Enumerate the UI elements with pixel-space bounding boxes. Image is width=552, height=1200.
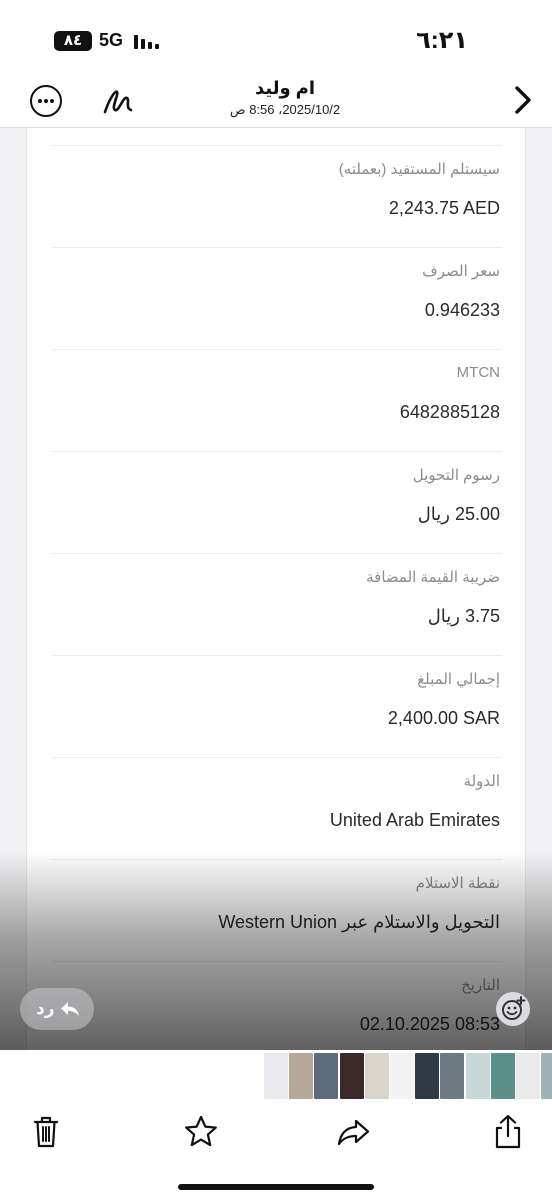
media-thumbnail[interactable] — [440, 1053, 465, 1099]
conversation-header: ام وليد 2025/10/2، 8:56 ص — [0, 72, 552, 128]
media-thumbnail-strip[interactable] — [0, 1050, 552, 1104]
media-thumbnail[interactable] — [465, 1053, 490, 1099]
detail-label: إجمالي المبلغ — [417, 671, 500, 688]
reply-button[interactable]: رد — [20, 988, 94, 1030]
detail-label: التاريخ — [461, 977, 500, 994]
media-thumbnail[interactable] — [264, 1053, 288, 1099]
reply-arrow-icon — [61, 1002, 79, 1016]
detail-value: التحويل والاستلام عبر Western Union — [218, 912, 500, 932]
contact-name: ام وليد — [254, 78, 316, 98]
forward-icon[interactable] — [334, 1112, 374, 1152]
message-date: 2025/10/2، 8:56 ص — [229, 102, 341, 117]
detail-label: سيستلم المستفيد (بعملته) — [338, 161, 500, 178]
markup-pen-icon[interactable] — [101, 84, 137, 118]
media-thumbnail[interactable] — [364, 1053, 389, 1099]
add-reaction-icon[interactable] — [496, 992, 530, 1026]
detail-label: الدولة — [463, 773, 500, 790]
bottom-toolbar — [0, 1104, 552, 1200]
detail-label: نقطة الاستلام — [415, 875, 500, 892]
detail-label: رسوم التحويل — [412, 467, 500, 484]
detail-row-exchange-rate: سعر الصرف 0.946233 — [52, 248, 502, 350]
detail-row-transfer-fee: رسوم التحويل 25.00 ريال — [52, 452, 502, 554]
home-indicator — [178, 1184, 374, 1190]
more-dots-icon[interactable] — [30, 85, 62, 117]
media-thumbnail[interactable] — [490, 1053, 515, 1099]
detail-row-mtcn: MTCN 6482885128 — [52, 350, 502, 452]
detail-value: United Arab Emirates — [329, 810, 500, 830]
media-thumbnail[interactable] — [339, 1053, 364, 1099]
detail-label: MTCN — [456, 364, 500, 381]
detail-value: 2,400.00 SAR — [387, 708, 500, 728]
detail-value: 0.946233 — [424, 300, 500, 320]
trash-icon[interactable] — [26, 1112, 66, 1152]
detail-value: 2,243.75 AED — [388, 198, 500, 218]
detail-row-pickup-point: نقطة الاستلام التحويل والاستلام عبر West… — [52, 860, 502, 962]
media-thumbnail[interactable] — [289, 1053, 314, 1099]
battery-indicator: ٨٤ — [54, 31, 92, 51]
detail-value: 6482885128 — [399, 402, 500, 422]
status-bar: ٨٤ 5G ٦:٢١ — [0, 0, 552, 72]
message-detail-screen: ٨٤ 5G ٦:٢١ ام وليد 2025/10/2، 8:56 ص سيس… — [0, 0, 552, 1200]
media-thumbnail[interactable] — [314, 1053, 339, 1099]
reply-label: رد — [36, 999, 55, 1018]
conversation-title: ام وليد 2025/10/2، 8:56 ص — [150, 78, 420, 118]
network-type: 5G — [99, 30, 124, 50]
share-icon[interactable] — [488, 1112, 528, 1152]
detail-value: 25.00 ريال — [417, 504, 500, 524]
media-thumbnail[interactable] — [415, 1053, 440, 1099]
star-icon[interactable] — [181, 1112, 221, 1152]
media-thumbnail[interactable] — [516, 1053, 540, 1099]
detail-row-recipient-amount: سيستلم المستفيد (بعملته) 2,243.75 AED — [52, 146, 502, 248]
receipt-image[interactable]: سيستلم المستفيد (بعملته) 2,243.75 AED سع… — [0, 128, 552, 1050]
chevron-right-icon[interactable] — [510, 82, 536, 118]
detail-row-vat: ضريبة القيمة المضافة 3.75 ريال — [52, 554, 502, 656]
media-thumbnail[interactable] — [390, 1053, 414, 1099]
signal-strength-icon — [134, 33, 162, 49]
detail-label: ضريبة القيمة المضافة — [366, 569, 500, 586]
detail-row-country: الدولة United Arab Emirates — [52, 758, 502, 860]
detail-row-total: إجمالي المبلغ 2,400.00 SAR — [52, 656, 502, 758]
detail-row-date: التاريخ 02.10.2025 08:53 — [52, 962, 502, 1050]
detail-value: 02.10.2025 08:53 — [359, 1014, 500, 1034]
status-time: ٦:٢١ — [416, 27, 468, 54]
detail-label: سعر الصرف — [422, 263, 500, 280]
media-thumbnail[interactable] — [541, 1053, 552, 1099]
detail-value: 3.75 ريال — [427, 606, 500, 626]
